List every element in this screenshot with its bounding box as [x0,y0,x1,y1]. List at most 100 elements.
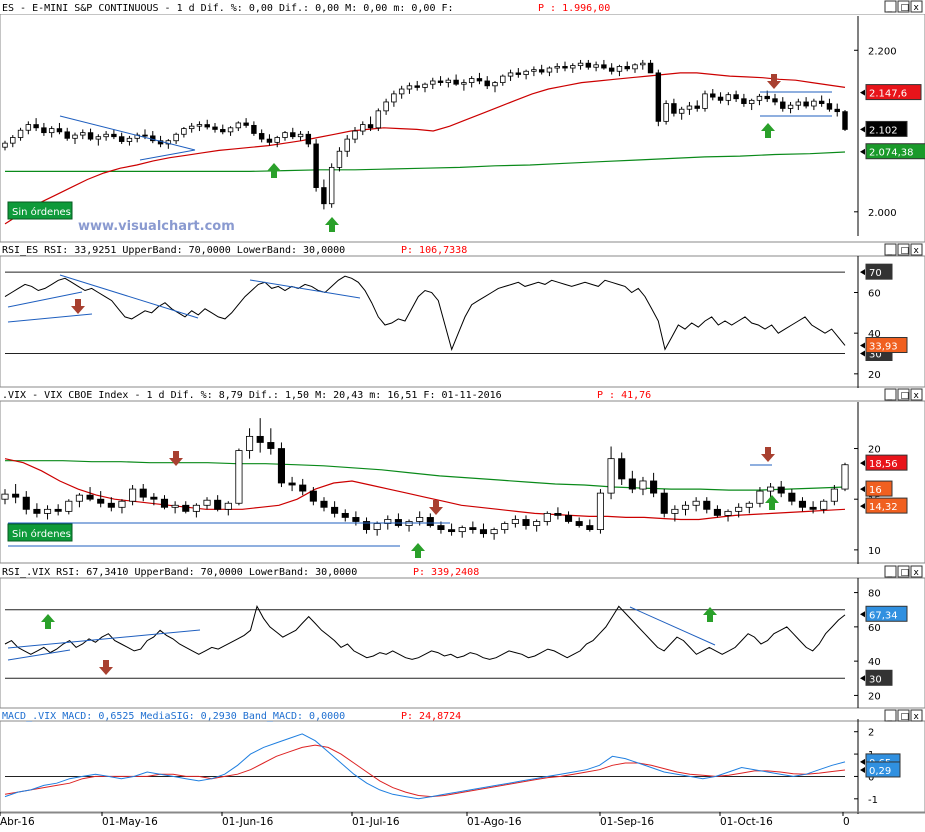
price-badge-vix-2-text: 14,32 [869,502,898,513]
candle-body [767,486,775,492]
candle-body [437,80,444,83]
candle-body [492,82,498,87]
candle-body [235,122,242,129]
candle-body [735,506,743,512]
candle-body [373,523,381,531]
panel-es: ES - E-MINI S&P CONTINUOUS - 1 d Dif. %:… [0,0,925,243]
candle-body [336,150,343,168]
no-orders-label-vix: Sin órdenes [12,528,71,540]
candle-body [639,480,647,490]
candle-body [702,93,708,109]
candle [702,90,708,112]
candle-body [150,496,158,500]
price-badge-es-0-text: 2.147,6 [869,89,907,100]
ytick-label: 2.200 [868,46,897,57]
candle-body [830,488,838,502]
candle-body [266,138,273,143]
candle-body [818,100,825,104]
candle-body [842,111,848,130]
candle-body [562,66,568,69]
candle-body [398,88,405,95]
candle-body [616,66,623,72]
candle [841,462,849,492]
candle-body [490,529,498,535]
candle-body [694,105,700,109]
panel-rsi-es-frame [0,255,925,388]
candle-body [479,529,488,535]
candle-body [596,492,604,530]
candle-body [647,62,654,74]
date-label: 01-Sep-16 [600,816,654,828]
candle-body [798,500,807,508]
chart-root: ES - E-MINI S&P CONTINUOUS - 1 d Dif. %:… [0,0,925,828]
candle-body [724,510,732,516]
candle-body [624,66,630,70]
window-button-label: _ [887,568,893,578]
price-badge-es-1-text: 2.102 [869,125,898,136]
panel-macd-title: MACD_.VIX MACD: 0,6525 MediaSIG: 0,2930 … [2,711,345,722]
window-button-label: □ [901,712,910,722]
candle-body [25,124,32,131]
candle-body [515,72,522,75]
window-button-label: □ [901,391,910,401]
candle-body [772,98,778,103]
candle-body [182,504,190,512]
candle-body [618,458,626,480]
panel-vix-title-value: P : 41,76 [597,390,651,401]
candle-body [142,134,148,137]
candle-body [484,80,490,87]
window-button-label: □ [901,246,910,256]
candle [328,163,335,208]
candle-body [501,523,509,531]
candle-body [118,136,125,142]
candle-body [607,458,615,494]
candle-body [710,93,716,98]
window-button-label: _ [887,246,893,256]
ytick-label: 20 [868,691,881,702]
panel-macd-frame [0,720,925,814]
window-button-label: x [914,568,920,578]
date-label: 01-Ago-16 [467,816,522,828]
candle [596,489,604,534]
candle-body [756,95,763,101]
candle-body [745,502,753,508]
candle-body [212,126,218,130]
candle-body [671,103,677,114]
candle-body [448,529,456,533]
candle-body [681,504,690,510]
candle-body [305,133,312,145]
candle-body [367,124,374,129]
candle-body [650,480,658,494]
candle-body [692,500,700,506]
candle [655,69,662,127]
candle [313,139,319,192]
candle-body [564,515,573,522]
candle [842,110,848,132]
candle-body [811,100,817,107]
candle-body [430,80,436,85]
candle-body [72,134,78,139]
candle-body [717,96,724,101]
candle-body [196,124,203,127]
candle-body [586,525,594,531]
candle-body [309,490,317,502]
date-label: 0 [843,816,850,828]
candle-body [173,133,179,142]
price-badge-vix-1-text: 16 [869,485,882,496]
window-button-label: _ [887,391,893,401]
candle-body [406,85,413,90]
candle-body [826,103,833,110]
candle-body [118,500,126,508]
panel-vix-title: .VIX - VIX CBOE Index - 1 d Dif. %: 8,79… [2,390,502,401]
ytick-label: 2 [868,728,874,739]
ytick-label: 60 [868,623,881,634]
candle-body [48,128,55,134]
candle-body [328,166,335,205]
candle-body [204,124,210,128]
window-button-label: x [914,712,920,722]
candle-body [75,494,83,502]
candle-body [246,435,254,451]
candle-body [87,132,94,140]
candle-body [577,62,584,67]
candle-body [341,512,349,518]
